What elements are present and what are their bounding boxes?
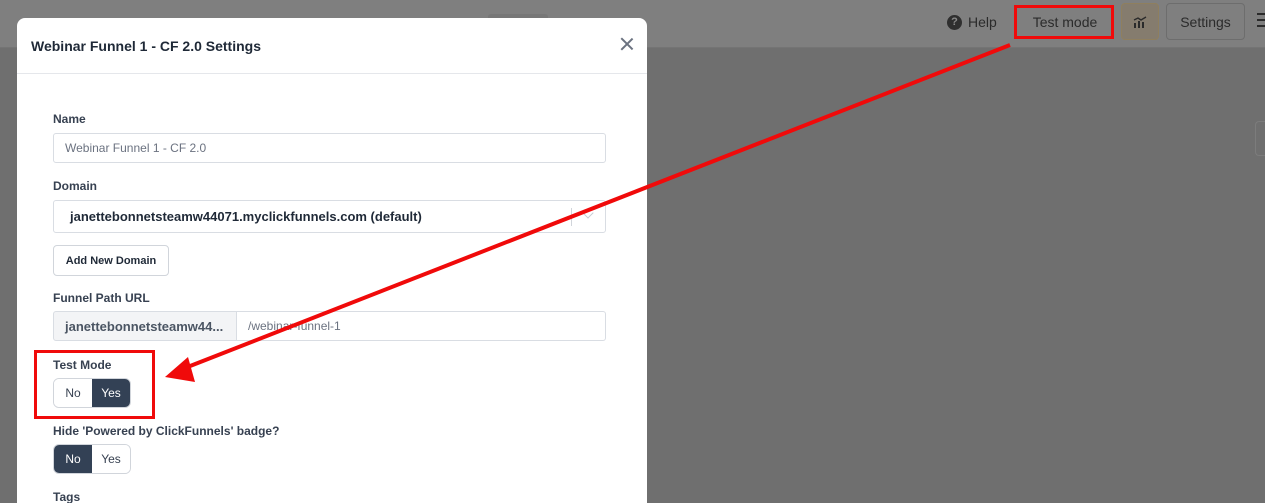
annotation-arrow [165,43,1011,382]
